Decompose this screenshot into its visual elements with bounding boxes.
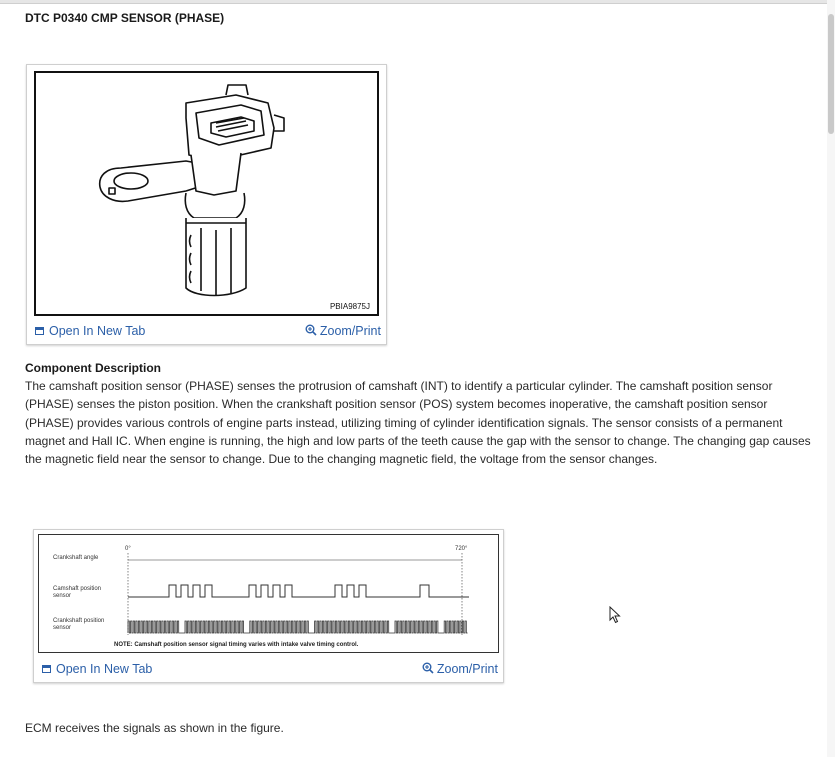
open-in-new-tab-link[interactable]: Open In New Tab <box>42 662 152 676</box>
ecm-signal-note: ECM receives the signals as shown in the… <box>25 721 284 735</box>
crank-sensor-label-line1: Crankshaft position <box>53 618 104 624</box>
window-top-border <box>0 0 835 4</box>
open-in-new-tab-link[interactable]: Open In New Tab <box>35 324 145 338</box>
signal-timing-figure: Crankshaft angle Camshaft position senso… <box>33 529 504 683</box>
zoom-print-link[interactable]: Zoom/Print <box>422 662 498 676</box>
scrollbar-thumb[interactable] <box>828 14 834 134</box>
component-description-text: The camshaft position sensor (PHASE) sen… <box>25 379 811 467</box>
document-header: DTC P0340 CMP SENSOR (PHASE) <box>25 10 820 26</box>
component-description: Component Description The camshaft posit… <box>25 361 815 468</box>
zoom-in-icon <box>305 324 317 336</box>
figure-code: PBIA9875J <box>330 302 370 311</box>
figure1-footer: Open In New Tab Zoom/Print <box>27 320 386 344</box>
new-tab-icon <box>35 326 44 335</box>
signal-timing-diagram: Crankshaft angle Camshaft position senso… <box>53 546 469 648</box>
signal-diagram-frame: Crankshaft angle Camshaft position senso… <box>38 534 499 653</box>
cam-sensor-label-line1: Camshaft position <box>53 586 101 592</box>
mouse-cursor-icon <box>609 606 621 624</box>
section-heading: Component Description <box>25 361 162 375</box>
sensor-illustration-frame: PBIA9875J <box>34 71 379 316</box>
diagram-note: NOTE: Camshaft position sensor signal ti… <box>114 642 359 648</box>
crank-sensor-label-line2: sensor <box>53 625 71 631</box>
sensor-figure: PBIA9875J Open In New Tab Zoom/Print <box>26 64 387 345</box>
camshaft-sensor-illustration: PBIA9875J <box>98 84 370 311</box>
angle-start-label: 0° <box>125 546 131 552</box>
cam-sensor-label-line2: sensor <box>53 593 71 599</box>
new-tab-icon <box>42 664 51 673</box>
crank-angle-label: Crankshaft angle <box>53 555 99 561</box>
angle-end-label: 720° <box>455 546 468 552</box>
vertical-scrollbar[interactable] <box>827 0 835 757</box>
figure2-footer: Open In New Tab Zoom/Print <box>34 658 503 682</box>
page-title: DTC P0340 CMP SENSOR (PHASE) <box>25 11 225 25</box>
zoom-print-link[interactable]: Zoom/Print <box>305 324 381 338</box>
zoom-in-icon <box>422 662 434 674</box>
